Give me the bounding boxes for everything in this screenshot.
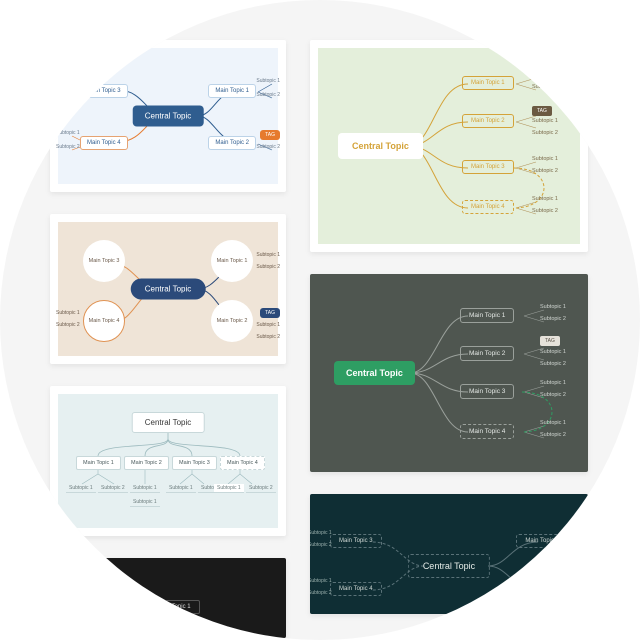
main-topic-4: Main Topic 4 (80, 136, 128, 150)
template-card-navy[interactable]: Central Topic Main Topic 3 Main Topic 4 … (310, 494, 588, 614)
subtopic: Subtopic 1 (166, 484, 196, 493)
canvas: Central Topic Main Topic 1 Main Topic 2 … (318, 48, 580, 244)
subtopic: Subtopic 1 (214, 484, 244, 493)
main-topic-4: Main Topic 4 (220, 456, 265, 470)
tag-badge: TAG (260, 130, 280, 140)
subtopic: Subtopic 1 (256, 252, 280, 258)
main-topic-2: Main Topic 2 (460, 346, 514, 361)
canvas: Central Topic Main Topic 3 Main Topic 4 … (58, 48, 278, 184)
subtopic: Subtopic 2 (310, 542, 332, 548)
main-topic-2: Main Topic 2 (208, 136, 256, 150)
central-topic: Central Topic (132, 412, 205, 433)
main-topic-4: Main Topic 4 (330, 582, 382, 596)
subtopic: Subtopic 1 (532, 156, 558, 162)
main-topic-1: Main Topic 1 (462, 76, 514, 90)
subtopic: Subtopic 1 (532, 118, 558, 124)
subtopic: Subtopic 2 (256, 92, 280, 98)
subtopic: Subtopic 2 (540, 361, 566, 367)
subtopic: Subtopic 2 (256, 144, 280, 150)
tag-badge: TAG (260, 308, 280, 318)
template-card-green-tree[interactable]: Central Topic Main Topic 1 Main Topic 2 … (310, 40, 588, 252)
main-topic-3: Main Topic 3 (83, 240, 125, 282)
main-topic-3: Main Topic 3 (80, 84, 128, 98)
left-column: Central Topic Main Topic 3 Main Topic 4 … (50, 40, 286, 638)
subtopic: Subtopic 2 (56, 144, 80, 150)
subtopic: Subtopic 2 (532, 208, 558, 214)
canvas: Central Topic Main Topic 1 Main Topic 2 … (58, 394, 278, 528)
subtopic: Subtopic 1 (130, 498, 160, 507)
subtopic: Subtopic 2 (256, 334, 280, 340)
subtopic: Subtopic 2 (540, 432, 566, 438)
subtopic: Subtopic 1 (540, 380, 566, 386)
tag-badge: TAG (540, 336, 560, 346)
main-topic-1: Main Topic 1 (148, 600, 200, 614)
subtopic: Subtopic 1 (532, 196, 558, 202)
subtopic: Subtopic 1 (310, 578, 332, 584)
central-topic: Central Topic (408, 554, 490, 578)
central-topic: Central Topic (133, 106, 204, 127)
main-topic-4: Main Topic 4 (462, 200, 514, 214)
subtopic: Subtopic 2 (540, 316, 566, 322)
subtopic: Subtopic 1 (540, 349, 566, 355)
subtopic: Subtopic 2 (256, 264, 280, 270)
subtopic: Subtopic 1 (256, 322, 280, 328)
subtopic: Subtopic 1 (66, 484, 96, 493)
subtopic: Subtopic 1 (56, 310, 80, 316)
subtopic: Subtopic 1 (56, 78, 80, 84)
main-topic-2: Main Topic 2 (148, 616, 200, 630)
gallery-grid: Central Topic Main Topic 3 Main Topic 4 … (50, 40, 590, 638)
subtopic: Subtopic 2 (532, 84, 558, 90)
subtopic: Subtopic 2 (98, 484, 128, 493)
main-topic-2: Main Topic 2 (124, 456, 169, 470)
template-card-dark-green[interactable]: Central Topic Main Topic 1 Main Topic 2 … (310, 274, 588, 472)
main-topic-3: Main Topic 3 (462, 160, 514, 174)
main-topic-1: Main Topic 1 (460, 308, 514, 323)
main-topic-4: Main Topic 4 (83, 300, 125, 342)
template-card-teal-tree[interactable]: Central Topic Main Topic 1 Main Topic 2 … (50, 386, 286, 536)
main-topic-3: Main Topic 3 (330, 534, 382, 548)
subtopic: Subtopic 2 (56, 322, 80, 328)
main-topic-1: Main Topic 1 (76, 456, 121, 470)
subtopic: Subtopic 1 (532, 72, 558, 78)
template-card-tan-circles[interactable]: Central Topic Main Topic 3 Main Topic 4 … (50, 214, 286, 364)
central-topic: TOPIC (78, 608, 119, 623)
subtopic: Subtopic 1 (130, 484, 160, 493)
central-topic: Central Topic (334, 361, 415, 385)
right-column: Central Topic Main Topic 1 Main Topic 2 … (310, 40, 588, 638)
canvas: Central Topic Main Topic 3 Main Topic 4 … (58, 222, 278, 356)
main-topic-1: Main Topic 1 (211, 240, 253, 282)
subtopic: Subtopic 2 (540, 392, 566, 398)
subtopic: Subtopic 2 (532, 168, 558, 174)
main-topic-2: Main Topic 2 (462, 114, 514, 128)
subtopic: Subtopic 1 (310, 530, 332, 536)
central-topic: Central Topic (338, 133, 423, 159)
subtopic: Subtopic 2 (310, 590, 332, 596)
main-topic-1: Main Topic 1 (516, 534, 568, 548)
subtopic: Subtopic 1 (540, 420, 566, 426)
subtopic: Subtopic 1 (540, 304, 566, 310)
tag-badge: TAG (532, 106, 552, 116)
main-topic-3: Main Topic 3 (172, 456, 217, 470)
central-topic: Central Topic (131, 279, 206, 300)
template-card-blue-mindmap[interactable]: Central Topic Main Topic 3 Main Topic 4 … (50, 40, 286, 192)
subtopic: Subtopic 1 (56, 130, 80, 136)
template-gallery: Central Topic Main Topic 3 Main Topic 4 … (0, 0, 640, 640)
template-card-dark-partial[interactable]: TOPIC Main Topic 1 Main Topic 2 (50, 558, 286, 638)
subtopic: Subtopic 2 (56, 92, 80, 98)
subtopic: Subtopic 2 (532, 130, 558, 136)
subtopic: Subtopic 1 (256, 78, 280, 84)
main-topic-2: Main Topic 2 (516, 582, 568, 596)
main-topic-1: Main Topic 1 (208, 84, 256, 98)
main-topic-2: Main Topic 2 (211, 300, 253, 342)
main-topic-3: Main Topic 3 (460, 384, 514, 399)
main-topic-4: Main Topic 4 (460, 424, 514, 439)
subtopic: Subtopic 2 (246, 484, 276, 493)
